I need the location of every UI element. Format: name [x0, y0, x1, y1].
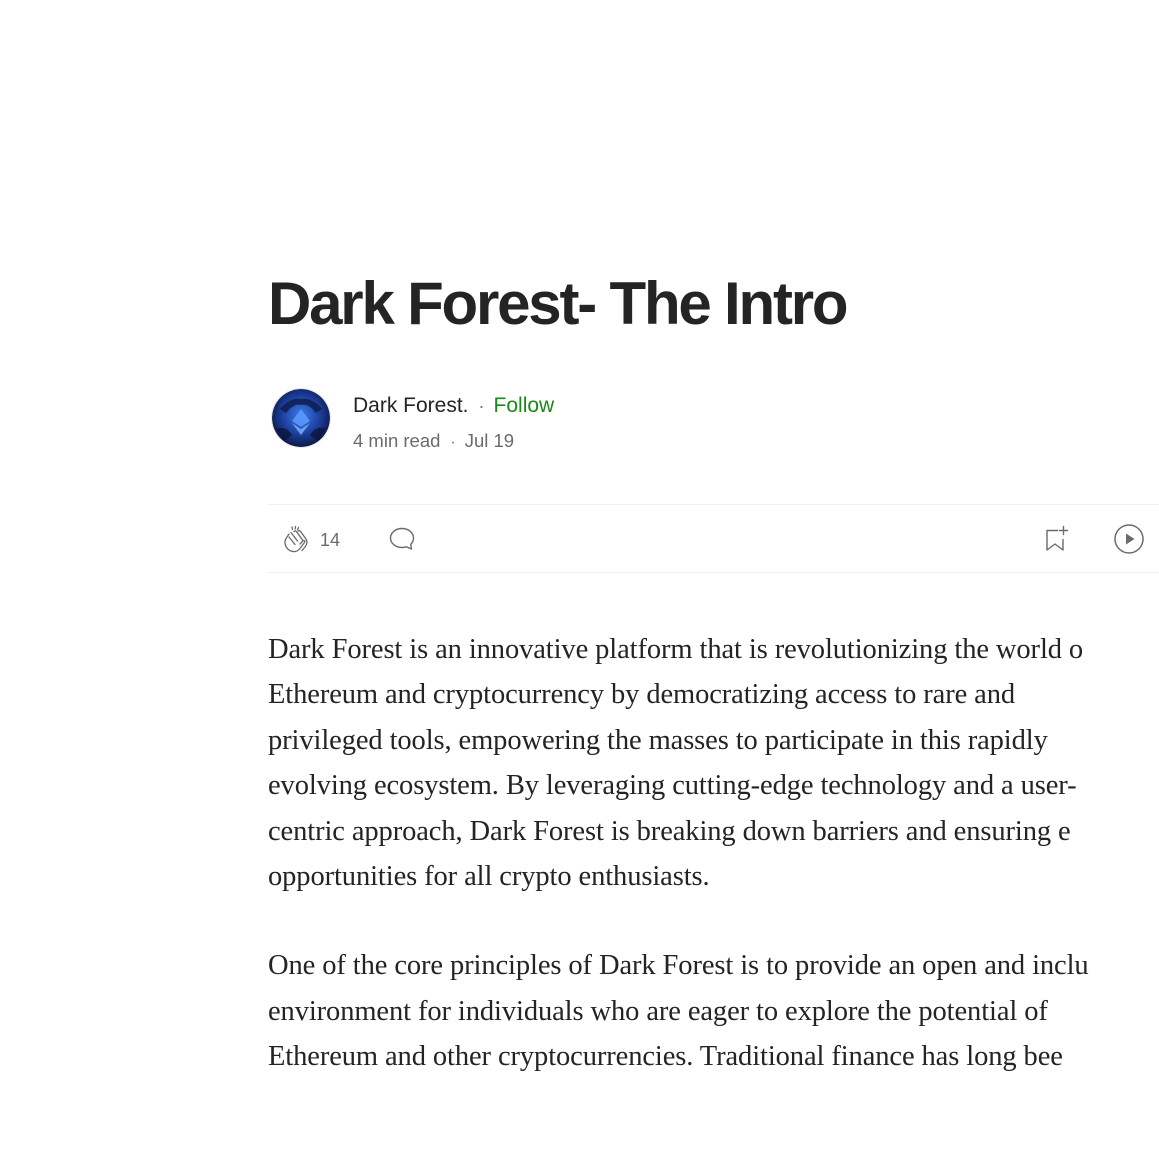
article-body: Dark Forest is an innovative platform th… — [268, 627, 1159, 1124]
save-button[interactable] — [1041, 505, 1071, 572]
paragraph-line: One of the core principles of Dark Fores… — [268, 950, 1089, 982]
paragraph-line: evolving ecosystem. By leveraging cuttin… — [268, 770, 1077, 802]
clap-button[interactable]: 14 — [280, 505, 340, 572]
bookmark-add-icon — [1046, 525, 1069, 551]
article-meta: 4 min read · Jul 19 — [353, 429, 514, 455]
paragraph-line: Ethereum and other cryptocurrencies. Tra… — [268, 1041, 1063, 1073]
paragraph-line: opportunities for all crypto enthusiasts… — [268, 861, 710, 893]
author-avatar[interactable] — [272, 389, 330, 447]
read-time: 4 min read — [353, 430, 441, 451]
article-title: Dark Forest- The Intro — [268, 270, 849, 337]
paragraph: Dark Forest is an innovative platform th… — [268, 627, 1159, 899]
author-name-link[interactable]: Dark Forest. — [353, 394, 469, 417]
separator-dot: · — [478, 396, 485, 416]
paragraph-line: centric approach, Dark Forest is breakin… — [268, 815, 1071, 847]
paragraph-line: Ethereum and cryptocurrency by democrati… — [268, 679, 1016, 711]
paragraph-line: environment for individuals who are eage… — [268, 995, 1048, 1027]
byline: Dark Forest. · Follow 4 min read · Jul 19 — [272, 389, 872, 451]
responses-button[interactable] — [387, 505, 417, 572]
comment-bubble-icon — [389, 527, 415, 550]
paragraph-line: Dark Forest is an innovative platform th… — [268, 634, 1084, 665]
publish-date: Jul 19 — [464, 430, 515, 451]
listen-button[interactable] — [1113, 505, 1145, 572]
follow-button[interactable]: Follow — [494, 394, 555, 417]
play-circle-icon — [1114, 523, 1144, 554]
avatar-image — [272, 389, 330, 447]
paragraph: One of the core principles of Dark Fores… — [268, 943, 1159, 1079]
author-line: Dark Forest. · Follow — [353, 393, 554, 419]
separator-dot: · — [450, 434, 456, 451]
article-action-bar: 14 — [268, 504, 1159, 573]
clap-count: 14 — [320, 529, 341, 550]
clap-icon — [284, 525, 308, 552]
paragraph-line: privileged tools, empowering the masses … — [268, 724, 1048, 756]
